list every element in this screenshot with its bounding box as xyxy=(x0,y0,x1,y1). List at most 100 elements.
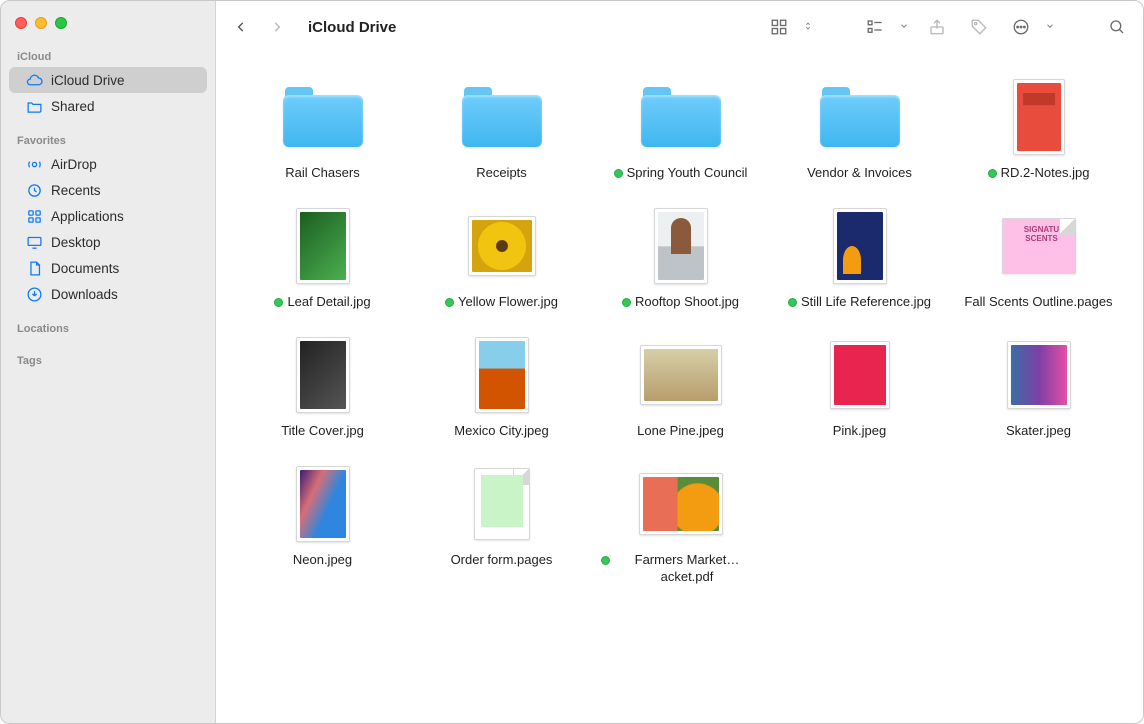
file-thumbnail xyxy=(997,75,1081,159)
file-item[interactable]: Rail Chasers xyxy=(236,75,409,182)
sidebar: iCloud iCloud Drive Shared Favorites Air… xyxy=(1,1,216,723)
sidebar-item-shared[interactable]: Shared xyxy=(9,93,207,119)
close-window-button[interactable] xyxy=(15,17,27,29)
more-actions-button[interactable] xyxy=(1007,14,1035,40)
documents-icon xyxy=(25,259,43,277)
window-controls xyxy=(1,11,215,45)
file-item[interactable]: Leaf Detail.jpg xyxy=(236,204,409,311)
file-name: Rail Chasers xyxy=(285,165,359,182)
apps-icon xyxy=(25,207,43,225)
window-title: iCloud Drive xyxy=(308,19,755,36)
zoom-window-button[interactable] xyxy=(55,17,67,29)
sidebar-item-icloud-drive[interactable]: iCloud Drive xyxy=(9,67,207,93)
file-name: Receipts xyxy=(476,165,527,182)
file-thumbnail xyxy=(281,333,365,417)
sidebar-item-documents[interactable]: Documents xyxy=(9,255,207,281)
sidebar-item-recents[interactable]: Recents xyxy=(9,177,207,203)
file-item[interactable]: Neon.jpeg xyxy=(236,462,409,586)
file-label-row: Receipts xyxy=(476,165,527,182)
sidebar-section-title: Favorites xyxy=(1,129,215,151)
forward-button[interactable] xyxy=(264,14,290,40)
chevron-down-icon[interactable] xyxy=(1045,21,1055,33)
file-item[interactable]: Skater.jpeg xyxy=(952,333,1125,440)
file-name: Vendor & Invoices xyxy=(807,165,912,182)
sidebar-item-label: Applications xyxy=(51,209,124,224)
sidebar-section-title: Tags xyxy=(1,349,215,371)
file-item[interactable]: SIGNATU SCENTSFall Scents Outline.pages xyxy=(952,204,1125,311)
sidebar-item-label: Documents xyxy=(51,261,119,276)
downloads-icon xyxy=(25,285,43,303)
sidebar-section-title: iCloud xyxy=(1,45,215,67)
file-item[interactable]: Vendor & Invoices xyxy=(773,75,946,182)
file-thumbnail xyxy=(818,333,902,417)
file-item[interactable]: Mexico City.jpeg xyxy=(415,333,588,440)
file-label-row: Leaf Detail.jpg xyxy=(274,294,370,311)
toolbar: iCloud Drive xyxy=(216,1,1143,53)
file-thumbnail xyxy=(997,333,1081,417)
sidebar-item-desktop[interactable]: Desktop xyxy=(9,229,207,255)
file-label-row: Neon.jpeg xyxy=(293,552,352,569)
file-item[interactable]: Spring Youth Council xyxy=(594,75,767,182)
back-button[interactable] xyxy=(228,14,254,40)
file-item[interactable]: Pink.jpeg xyxy=(773,333,946,440)
sidebar-item-label: iCloud Drive xyxy=(51,73,125,88)
main-panel: iCloud Drive xyxy=(216,1,1143,723)
file-label-row: Lone Pine.jpeg xyxy=(637,423,724,440)
file-thumbnail xyxy=(639,333,723,417)
view-mode-button[interactable] xyxy=(765,14,793,40)
file-name: Leaf Detail.jpg xyxy=(287,294,370,311)
sidebar-item-label: Desktop xyxy=(51,235,101,250)
sidebar-item-applications[interactable]: Applications xyxy=(9,203,207,229)
file-item[interactable]: Still Life Reference.jpg xyxy=(773,204,946,311)
minimize-window-button[interactable] xyxy=(35,17,47,29)
file-name: Pink.jpeg xyxy=(833,423,886,440)
file-item[interactable]: Rooftop Shoot.jpg xyxy=(594,204,767,311)
file-item[interactable]: Farmers Market…acket.pdf xyxy=(594,462,767,586)
file-label-row: Rail Chasers xyxy=(285,165,359,182)
file-item[interactable]: Receipts xyxy=(415,75,588,182)
tag-dot-icon xyxy=(788,298,797,307)
file-label-row: Vendor & Invoices xyxy=(807,165,912,182)
folder-icon xyxy=(818,75,902,159)
sidebar-item-airdrop[interactable]: AirDrop xyxy=(9,151,207,177)
file-item[interactable]: Lone Pine.jpeg xyxy=(594,333,767,440)
sidebar-item-label: Recents xyxy=(51,183,101,198)
sidebar-item-label: AirDrop xyxy=(51,157,97,172)
file-thumbnail xyxy=(281,462,365,546)
search-button[interactable] xyxy=(1103,14,1131,40)
file-thumbnail xyxy=(818,204,902,288)
file-label-row: Pink.jpeg xyxy=(833,423,886,440)
file-thumbnail xyxy=(281,204,365,288)
file-name: Still Life Reference.jpg xyxy=(801,294,931,311)
file-grid: Rail Chasers Receipts Spring Youth Council… xyxy=(236,75,1125,585)
sidebar-item-downloads[interactable]: Downloads xyxy=(9,281,207,307)
chevron-down-icon[interactable] xyxy=(899,21,909,33)
file-label-row: Mexico City.jpeg xyxy=(454,423,548,440)
tag-dot-icon xyxy=(614,169,623,178)
shared-folder-icon xyxy=(25,97,43,115)
folder-icon xyxy=(281,75,365,159)
desktop-icon xyxy=(25,233,43,251)
cloud-icon xyxy=(25,71,43,89)
chevron-updown-icon[interactable] xyxy=(803,19,813,35)
file-name: Spring Youth Council xyxy=(627,165,748,182)
file-thumbnail xyxy=(639,462,723,546)
file-item[interactable]: Order form.pages xyxy=(415,462,588,586)
tags-button[interactable] xyxy=(965,14,993,40)
file-name: Lone Pine.jpeg xyxy=(637,423,724,440)
file-item[interactable]: Title Cover.jpg xyxy=(236,333,409,440)
sidebar-section-title: Locations xyxy=(1,317,215,339)
file-item[interactable]: RD.2-Notes.jpg xyxy=(952,75,1125,182)
file-label-row: Spring Youth Council xyxy=(614,165,748,182)
tag-dot-icon xyxy=(622,298,631,307)
finder-window: iCloud iCloud Drive Shared Favorites Air… xyxy=(0,0,1144,724)
file-name: Mexico City.jpeg xyxy=(454,423,548,440)
folder-icon xyxy=(460,75,544,159)
file-label-row: Yellow Flower.jpg xyxy=(445,294,558,311)
file-name: Rooftop Shoot.jpg xyxy=(635,294,739,311)
share-button[interactable] xyxy=(923,14,951,40)
file-item[interactable]: Yellow Flower.jpg xyxy=(415,204,588,311)
file-label-row: RD.2-Notes.jpg xyxy=(988,165,1090,182)
file-name: Neon.jpeg xyxy=(293,552,352,569)
group-by-button[interactable] xyxy=(861,14,889,40)
